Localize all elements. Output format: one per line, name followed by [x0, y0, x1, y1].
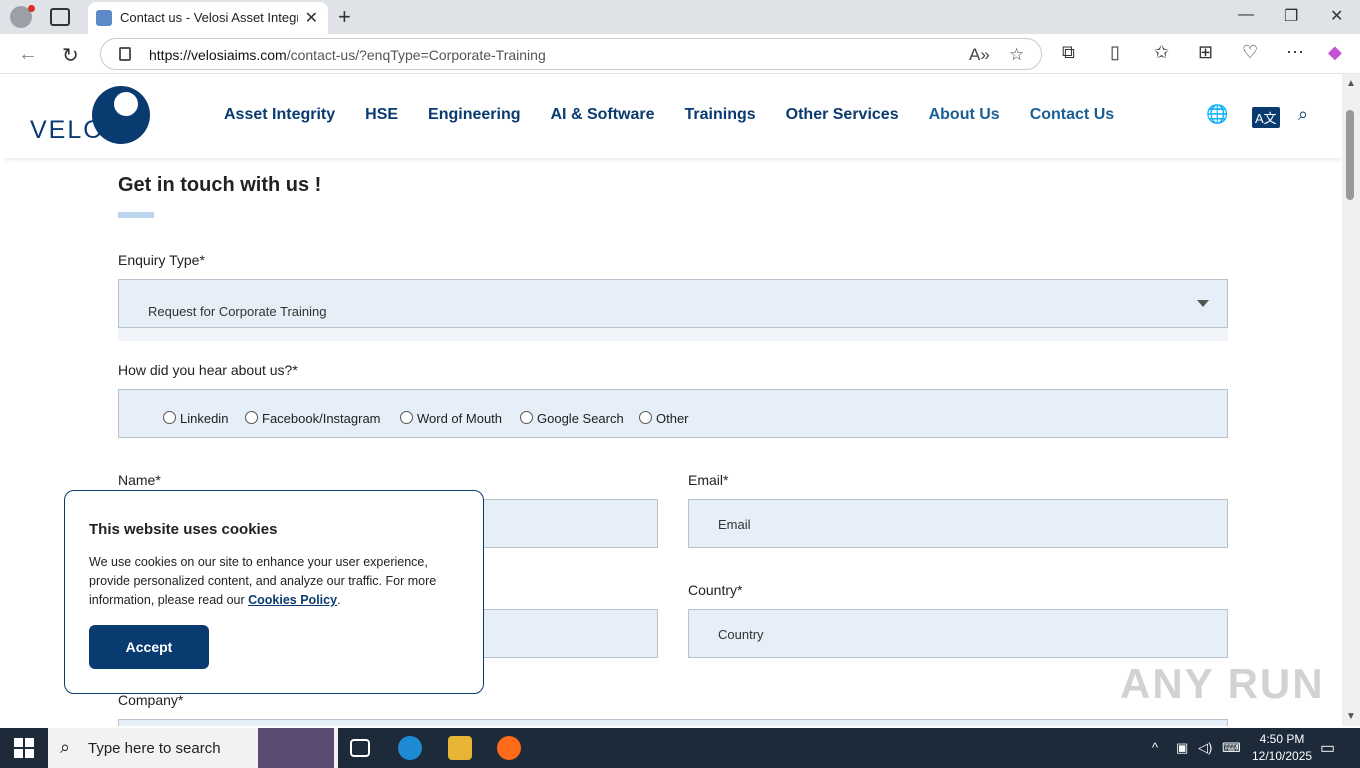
- read-aloud-icon[interactable]: A»: [969, 45, 990, 65]
- taskbar-search[interactable]: ⌕ Type here to search: [48, 728, 338, 768]
- page-scrollbar[interactable]: ▲ ▼: [1342, 74, 1360, 726]
- enquiry-type-select[interactable]: Request for Corporate Training: [118, 279, 1228, 328]
- select-underlay: [118, 328, 1228, 341]
- tray-chevron-icon[interactable]: ^: [1152, 740, 1158, 755]
- volume-icon[interactable]: ◁): [1198, 740, 1212, 756]
- edge-icon[interactable]: [398, 736, 422, 760]
- country-placeholder: Country: [718, 627, 764, 642]
- performance-icon[interactable]: ♡: [1242, 42, 1258, 63]
- file-explorer-icon[interactable]: [448, 736, 472, 760]
- browser-tab-bar: Contact us - Velosi Asset Integrity ✕ + …: [0, 0, 1360, 34]
- taskbar-search-text: Type here to search: [88, 740, 221, 757]
- task-view-icon[interactable]: [350, 739, 370, 757]
- site-header: VELOSI Asset Integrity HSE Engineering A…: [4, 74, 1342, 158]
- tab-title: Contact us - Velosi Asset Integrity: [120, 10, 298, 25]
- nav-ai-software[interactable]: AI & Software: [551, 106, 655, 124]
- anyrun-watermark: ANY RUN: [1120, 660, 1325, 707]
- radio-facebook-instagram[interactable]: Facebook/Instagram: [245, 411, 381, 426]
- email-field[interactable]: Email: [688, 499, 1228, 548]
- windows-start-icon[interactable]: [14, 738, 34, 758]
- split-screen-icon[interactable]: ▯: [1110, 42, 1120, 63]
- nav-other-services[interactable]: Other Services: [786, 106, 899, 124]
- radio-other[interactable]: Other: [639, 411, 689, 426]
- nav-trainings[interactable]: Trainings: [685, 106, 756, 124]
- nav-engineering[interactable]: Engineering: [428, 106, 520, 124]
- nav-hse[interactable]: HSE: [365, 106, 398, 124]
- url-bar[interactable]: https://velosiaims.com/contact-us/?enqTy…: [100, 38, 1042, 70]
- favorite-star-icon[interactable]: ☆: [1009, 45, 1024, 65]
- nav-contact-us[interactable]: Contact Us: [1030, 106, 1114, 124]
- favicon-icon: [96, 10, 112, 26]
- cookies-policy-link[interactable]: Cookies Policy: [248, 593, 337, 607]
- search-icon[interactable]: ⌕: [1298, 104, 1308, 125]
- accept-button[interactable]: Accept: [89, 625, 209, 669]
- chevron-down-icon: [1197, 300, 1209, 307]
- radio-google-search[interactable]: Google Search: [520, 411, 624, 426]
- hear-about-group: Linkedin Facebook/Instagram Word of Mout…: [118, 389, 1228, 438]
- extensions-icon[interactable]: ⧉: [1062, 42, 1075, 63]
- search-icon: ⌕: [60, 737, 71, 757]
- scroll-down-icon[interactable]: ▼: [1346, 711, 1356, 722]
- profile-badge: [28, 5, 35, 12]
- translate-icon[interactable]: A文: [1252, 107, 1280, 128]
- taskbar-clock[interactable]: 4:50 PM 12/10/2025: [1252, 731, 1312, 765]
- notification-icon[interactable]: ▭: [1320, 738, 1335, 758]
- nav-about-us[interactable]: About Us: [929, 106, 1000, 124]
- company-label: Company*: [118, 692, 184, 708]
- window-close-icon[interactable]: ✕: [1330, 6, 1343, 26]
- web-page: VELOSI Asset Integrity HSE Engineering A…: [4, 74, 1342, 726]
- title-underline: [118, 212, 154, 218]
- windows-taskbar: ⌕ Type here to search ^ ▣ ◁) ⌨ 4:50 PM 1…: [0, 728, 1360, 768]
- email-placeholder: Email: [718, 517, 751, 532]
- page-title: Get in touch with us !: [118, 174, 322, 196]
- minimize-icon[interactable]: —: [1238, 6, 1254, 24]
- url-text[interactable]: https://velosiaims.com/contact-us/?enqTy…: [149, 47, 546, 63]
- name-label: Name*: [118, 472, 161, 488]
- scrollbar-thumb[interactable]: [1346, 110, 1354, 200]
- firefox-icon[interactable]: [497, 736, 521, 760]
- lock-icon[interactable]: [119, 47, 131, 61]
- browser-tab[interactable]: Contact us - Velosi Asset Integrity ✕: [88, 2, 328, 34]
- radio-linkedin[interactable]: Linkedin: [163, 411, 228, 426]
- new-tab-button[interactable]: +: [338, 4, 351, 30]
- collections-icon[interactable]: ⊞: [1198, 42, 1213, 63]
- enquiry-type-label: Enquiry Type*: [118, 252, 205, 268]
- copilot-icon[interactable]: ◆: [1328, 42, 1342, 63]
- nav-asset-integrity[interactable]: Asset Integrity: [224, 106, 335, 124]
- globe-icon[interactable]: 🌐: [1206, 104, 1228, 125]
- keyboard-icon[interactable]: ⌨: [1222, 740, 1241, 756]
- country-field[interactable]: Country: [688, 609, 1228, 658]
- cookie-title: This website uses cookies: [89, 521, 278, 538]
- tab-actions-icon[interactable]: [50, 8, 70, 26]
- cookie-banner: This website uses cookies We use cookies…: [64, 490, 484, 694]
- tab-close-icon[interactable]: ✕: [305, 8, 318, 28]
- favorites-icon[interactable]: ✩: [1154, 42, 1169, 63]
- hear-about-label: How did you hear about us?*: [118, 362, 298, 378]
- scroll-up-icon[interactable]: ▲: [1346, 78, 1356, 89]
- more-menu-icon[interactable]: ⋯: [1286, 42, 1304, 63]
- restore-icon[interactable]: ❐: [1284, 6, 1298, 26]
- velosi-logo[interactable]: VELOSI: [30, 86, 160, 148]
- search-highlight-image: [258, 728, 334, 768]
- refresh-icon[interactable]: ↻: [62, 43, 79, 68]
- company-field[interactable]: [118, 719, 1228, 726]
- network-icon[interactable]: ▣: [1176, 740, 1188, 756]
- email-label: Email*: [688, 472, 729, 488]
- cookie-text: We use cookies on our site to enhance yo…: [89, 555, 437, 607]
- back-icon[interactable]: ←: [18, 43, 38, 66]
- enquiry-type-value: Request for Corporate Training: [148, 304, 327, 319]
- logo-text: VELOSI: [30, 116, 133, 144]
- country-label: Country*: [688, 582, 743, 598]
- radio-word-of-mouth[interactable]: Word of Mouth: [400, 411, 502, 426]
- main-nav: Asset Integrity HSE Engineering AI & Sof…: [224, 106, 1114, 124]
